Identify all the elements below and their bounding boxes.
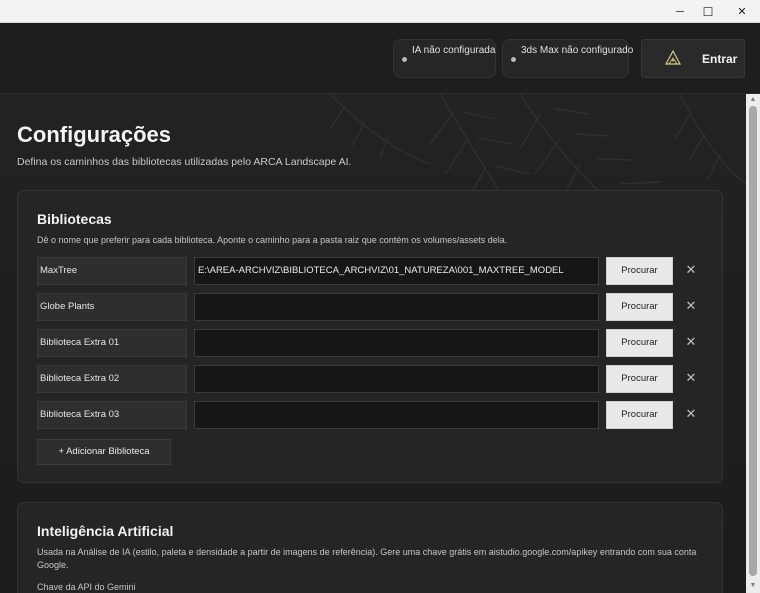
- browse-button[interactable]: Procurar: [606, 401, 673, 429]
- library-path-input[interactable]: E:\AREA-ARCHVIZ\BIBLIOTECA_ARCHVIZ\01_NA…: [194, 257, 599, 285]
- libraries-card: Bibliotecas Dê o nome que preferir para …: [17, 190, 723, 483]
- remove-library-icon[interactable]: ✕: [684, 299, 698, 313]
- library-row: MaxTree E:\AREA-ARCHVIZ\BIBLIOTECA_ARCHV…: [37, 257, 707, 285]
- library-row: Biblioteca Extra 01 Procurar ✕: [37, 329, 707, 357]
- library-name-input[interactable]: Biblioteca Extra 02: [37, 365, 187, 393]
- browse-button[interactable]: Procurar: [606, 257, 673, 285]
- add-library-button[interactable]: + Adicionar Biblioteca: [37, 439, 171, 465]
- remove-library-icon[interactable]: ✕: [684, 263, 698, 277]
- ia-status-badge: IA não configurada: [393, 39, 496, 78]
- remove-library-icon[interactable]: ✕: [684, 407, 698, 421]
- page-subtitle: Defina os caminhos das bibliotecas utili…: [17, 156, 352, 168]
- browse-button[interactable]: Procurar: [606, 365, 673, 393]
- browse-button[interactable]: Procurar: [606, 293, 673, 321]
- remove-library-icon[interactable]: ✕: [684, 335, 698, 349]
- libraries-description: Dê o nome que preferir para cada bibliot…: [37, 235, 508, 245]
- library-path-input[interactable]: [194, 401, 599, 429]
- api-key-label: Chave da API do Gemini: [37, 582, 136, 592]
- status-dot-icon: [402, 57, 407, 62]
- app-header: IA não configurada 3ds Max não configura…: [0, 23, 760, 94]
- vertical-scrollbar[interactable]: ▲ ▼: [746, 94, 760, 593]
- ai-card: Inteligência Artificial Usada na Análise…: [17, 502, 723, 593]
- window-titlebar: ─ ☐ ✕: [0, 0, 760, 23]
- login-button[interactable]: Entrar: [641, 39, 745, 78]
- close-button[interactable]: ✕: [727, 0, 757, 23]
- libraries-title: Bibliotecas: [37, 211, 112, 227]
- minimize-icon: ─: [676, 5, 684, 18]
- ai-description: Usada na Análise de IA (estilo, paleta e…: [37, 547, 697, 570]
- library-row: Biblioteca Extra 02 Procurar ✕: [37, 365, 707, 393]
- minimize-button[interactable]: ─: [665, 0, 695, 23]
- remove-library-icon[interactable]: ✕: [684, 371, 698, 385]
- ai-title: Inteligência Artificial: [37, 523, 174, 539]
- maximize-button[interactable]: ☐: [693, 0, 723, 23]
- max-status-badge: 3ds Max não configurado: [502, 39, 633, 78]
- ia-status-text: IA não configurada: [412, 45, 496, 56]
- library-row: Globe Plants Procurar ✕: [37, 293, 707, 321]
- scrollbar-thumb[interactable]: [749, 106, 757, 576]
- scroll-up-icon[interactable]: ▲: [746, 95, 760, 105]
- max-status-text: 3ds Max não configurado: [521, 45, 634, 56]
- close-icon: ✕: [737, 6, 747, 18]
- scroll-down-icon[interactable]: ▼: [746, 581, 760, 591]
- library-path-input[interactable]: [194, 293, 599, 321]
- browse-button[interactable]: Procurar: [606, 329, 673, 357]
- library-path-input[interactable]: [194, 365, 599, 393]
- library-name-input[interactable]: Biblioteca Extra 01: [37, 329, 187, 357]
- page-title: Configurações: [17, 122, 172, 147]
- library-row: Biblioteca Extra 03 Procurar ✕: [37, 401, 707, 429]
- login-label: Entrar: [702, 52, 738, 66]
- settings-content: Configurações Defina os caminhos das bib…: [0, 94, 746, 593]
- library-name-input[interactable]: Biblioteca Extra 03: [37, 401, 187, 429]
- arca-logo-icon: [664, 49, 682, 65]
- status-dot-icon: [511, 57, 516, 62]
- library-path-input[interactable]: [194, 329, 599, 357]
- library-name-input[interactable]: MaxTree: [37, 257, 187, 285]
- maximize-icon: ☐: [702, 4, 714, 19]
- library-name-input[interactable]: Globe Plants: [37, 293, 187, 321]
